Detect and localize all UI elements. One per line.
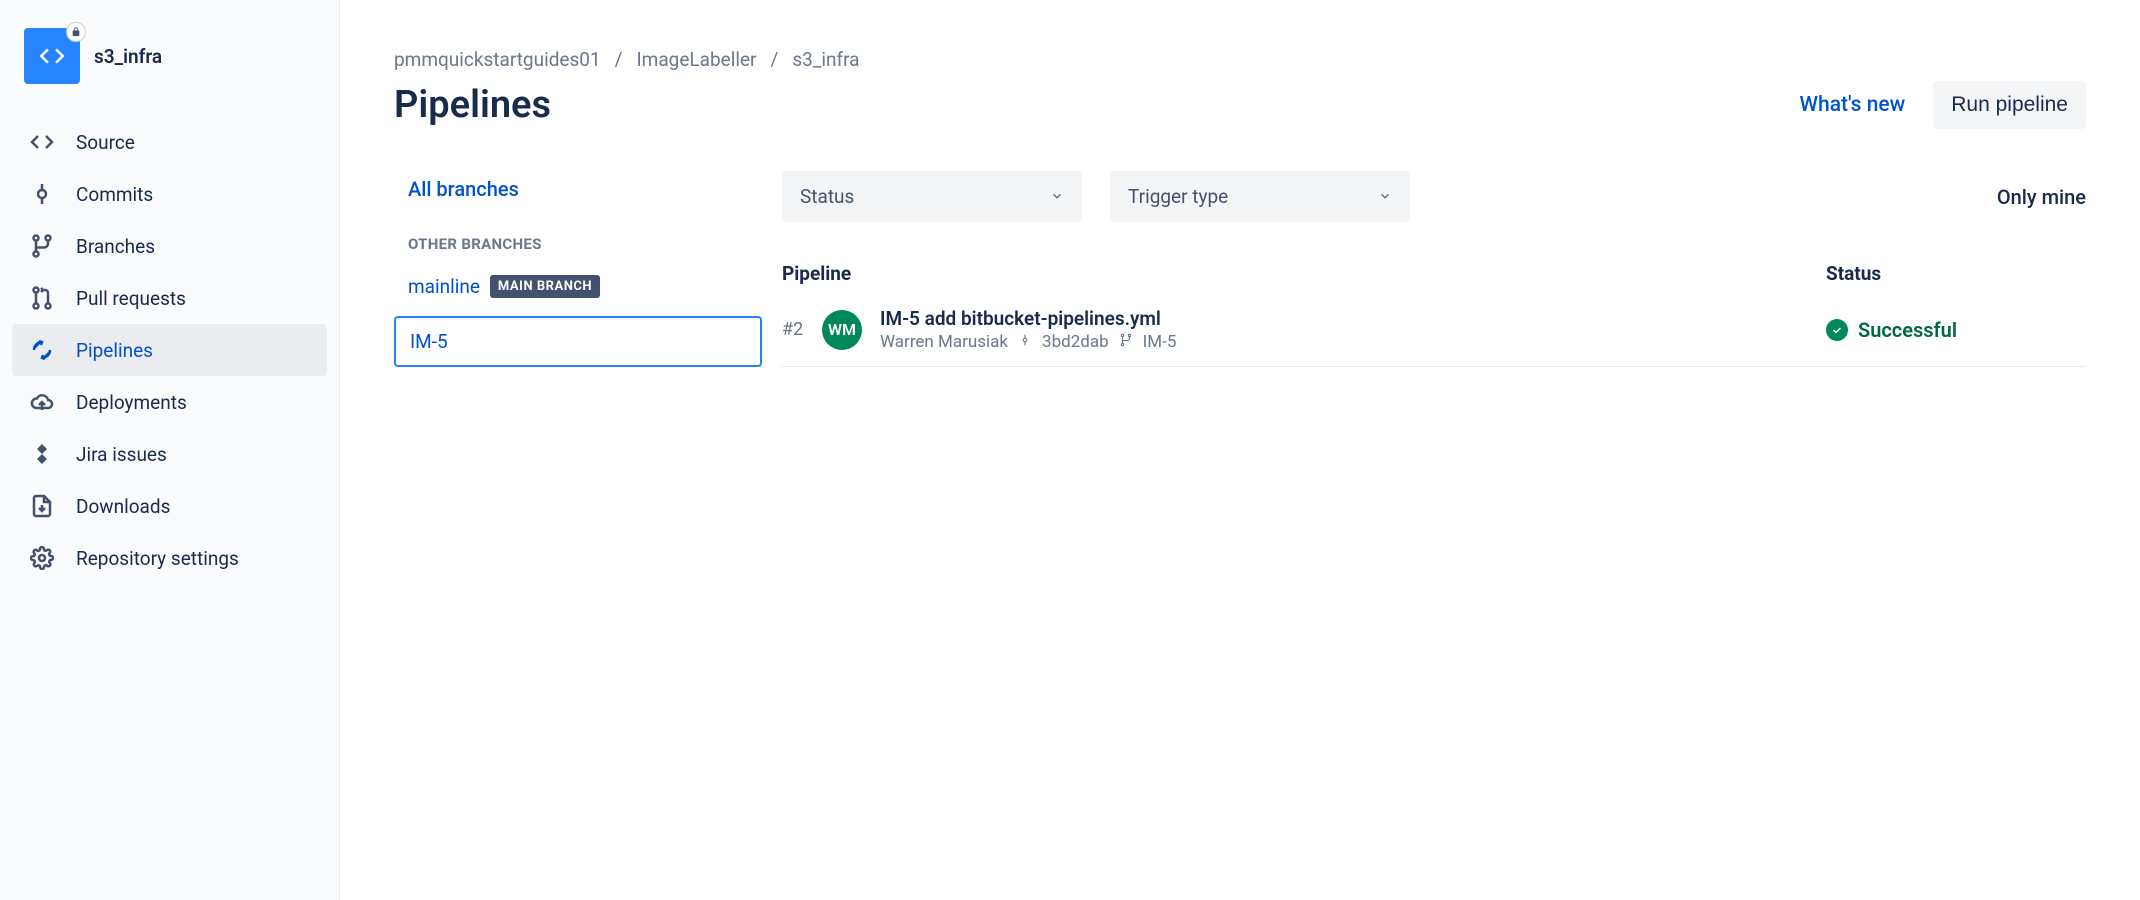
repo-header[interactable]: s3_infra xyxy=(12,24,327,104)
sidebar: s3_infra Source Commits Branches Pull re… xyxy=(0,0,340,900)
sidebar-item-downloads[interactable]: Downloads xyxy=(12,480,327,532)
branch-icon xyxy=(30,234,54,258)
pull-request-icon xyxy=(30,286,54,310)
breadcrumb-item[interactable]: s3_infra xyxy=(792,48,859,71)
chevron-down-icon xyxy=(1050,185,1064,208)
page-title: Pipelines xyxy=(394,83,551,127)
header-actions: What's new Run pipeline xyxy=(1800,81,2086,129)
run-pipeline-button[interactable]: Run pipeline xyxy=(1933,81,2086,129)
sidebar-label: Downloads xyxy=(76,495,170,518)
sidebar-item-source[interactable]: Source xyxy=(12,116,327,168)
whats-new-link[interactable]: What's new xyxy=(1800,93,1906,117)
sidebar-item-pull-requests[interactable]: Pull requests xyxy=(12,272,327,324)
code-icon xyxy=(30,130,54,154)
commit-icon xyxy=(1018,332,1032,352)
sidebar-label: Repository settings xyxy=(76,547,239,570)
filters-row: All branches OTHER BRANCHES mainline MAI… xyxy=(394,171,2086,367)
sidebar-label: Pipelines xyxy=(76,339,153,362)
sidebar-item-branches[interactable]: Branches xyxy=(12,220,327,272)
status-text: Successful xyxy=(1858,318,1957,342)
run-commit: 3bd2dab xyxy=(1042,332,1109,352)
branch-mainline[interactable]: mainline MAIN BRANCH xyxy=(394,263,762,310)
sidebar-label: Commits xyxy=(76,183,153,206)
main-content: pmmquickstartguides01 / ImageLabeller / … xyxy=(340,0,2140,900)
breadcrumb-item[interactable]: ImageLabeller xyxy=(637,48,757,71)
avatar: WM xyxy=(822,310,862,350)
cloud-upload-icon xyxy=(30,390,54,414)
sidebar-label: Deployments xyxy=(76,391,187,414)
sidebar-item-jira-issues[interactable]: Jira issues xyxy=(12,428,327,480)
jira-icon xyxy=(30,442,54,466)
lock-icon xyxy=(66,22,86,42)
other-branches-label: OTHER BRANCHES xyxy=(394,235,762,253)
table-header: Pipeline Status xyxy=(782,262,2086,293)
repo-icon xyxy=(24,28,80,84)
branch-link[interactable]: mainline xyxy=(408,275,480,298)
chevron-down-icon xyxy=(1378,185,1392,208)
pipelines-icon xyxy=(30,338,54,362)
all-branches-link[interactable]: All branches xyxy=(394,171,762,207)
branches-panel: All branches OTHER BRANCHES mainline MAI… xyxy=(394,171,782,367)
run-number: #2 xyxy=(782,319,822,340)
branch-link[interactable]: IM-5 xyxy=(410,330,448,353)
controls-top: Status Trigger type Only mine xyxy=(782,171,2086,222)
nav-list: Source Commits Branches Pull requests Pi… xyxy=(12,116,327,584)
trigger-type-dropdown[interactable]: Trigger type xyxy=(1110,171,1410,222)
run-title: IM-5 add bitbucket-pipelines.yml xyxy=(880,307,1826,330)
status-dropdown[interactable]: Status xyxy=(782,171,1082,222)
breadcrumb-item[interactable]: pmmquickstartguides01 xyxy=(394,48,601,71)
sidebar-item-pipelines[interactable]: Pipelines xyxy=(12,324,327,376)
breadcrumb: pmmquickstartguides01 / ImageLabeller / … xyxy=(394,48,2086,71)
status-cell: Successful xyxy=(1826,318,2086,342)
pipeline-row[interactable]: #2 WM IM-5 add bitbucket-pipelines.yml W… xyxy=(782,293,2086,367)
branch-im5[interactable]: IM-5 xyxy=(394,316,762,367)
sidebar-item-deployments[interactable]: Deployments xyxy=(12,376,327,428)
sidebar-item-repo-settings[interactable]: Repository settings xyxy=(12,532,327,584)
branch-icon xyxy=(1119,332,1133,352)
trigger-label: Trigger type xyxy=(1128,185,1228,208)
right-controls: Status Trigger type Only mine Pipeline S… xyxy=(782,171,2086,367)
commit-icon xyxy=(30,182,54,206)
sidebar-label: Source xyxy=(76,131,135,154)
run-meta: Warren Marusiak 3bd2dab IM-5 xyxy=(880,332,1826,352)
run-info: IM-5 add bitbucket-pipelines.yml Warren … xyxy=(880,307,1826,352)
check-circle-icon xyxy=(1826,319,1848,341)
col-pipeline: Pipeline xyxy=(782,262,1826,285)
run-author: Warren Marusiak xyxy=(880,332,1008,352)
sidebar-item-commits[interactable]: Commits xyxy=(12,168,327,220)
page-header: Pipelines What's new Run pipeline xyxy=(394,81,2086,129)
repo-name: s3_infra xyxy=(94,45,162,68)
only-mine-toggle[interactable]: Only mine xyxy=(1997,185,2086,209)
col-status: Status xyxy=(1826,262,2086,285)
status-label: Status xyxy=(800,185,854,208)
sidebar-label: Jira issues xyxy=(76,443,167,466)
sidebar-label: Branches xyxy=(76,235,155,258)
sidebar-label: Pull requests xyxy=(76,287,186,310)
gear-icon xyxy=(30,546,54,570)
main-branch-badge: MAIN BRANCH xyxy=(490,275,600,298)
download-icon xyxy=(30,494,54,518)
run-branch: IM-5 xyxy=(1143,332,1177,352)
